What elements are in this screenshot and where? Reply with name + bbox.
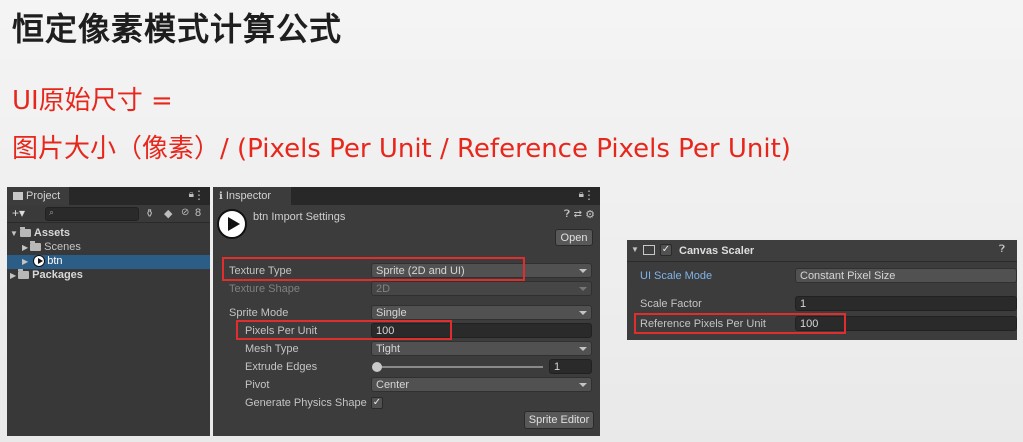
mesh-type-row: Mesh Type Tight bbox=[213, 340, 600, 358]
folder-icon bbox=[18, 269, 30, 280]
sprite-mode-dropdown[interactable]: Single bbox=[371, 305, 592, 320]
tree-item-scenes[interactable]: ▶ Scenes bbox=[7, 241, 210, 255]
texture-shape-dropdown: 2D bbox=[371, 281, 592, 296]
component-icon bbox=[643, 245, 655, 255]
chevron-down-icon bbox=[579, 287, 587, 291]
canvas-scaler-component: ▼ ✓ Canvas Scaler ❓︎ UI Scale Mode Const… bbox=[627, 240, 1017, 340]
checkmark-icon: ✓ bbox=[372, 397, 382, 408]
more-menu-icon[interactable]: ⋮ bbox=[583, 188, 595, 202]
project-toolbar: +▾ ⌕ ⚱ ◆ ⊘ 8 bbox=[7, 205, 210, 223]
texture-shape-value: 2D bbox=[376, 283, 391, 295]
extrude-edges-input[interactable]: 1 bbox=[549, 359, 592, 374]
scale-factor-row: Scale Factor 1 bbox=[627, 295, 1017, 313]
pivot-label: Pivot bbox=[245, 379, 270, 391]
slide-title: 恒定像素模式计算公式 bbox=[12, 10, 343, 48]
help-icon[interactable]: ❓︎ bbox=[999, 244, 1005, 255]
hidden-packages-icon[interactable]: ⊘ bbox=[181, 207, 189, 218]
ui-scale-mode-dropdown[interactable]: Constant Pixel Size bbox=[795, 268, 1017, 283]
folder-tab-icon bbox=[13, 192, 23, 201]
collapse-arrow-icon: ▶ bbox=[10, 271, 17, 280]
collapse-arrow-icon: ▶ bbox=[22, 243, 29, 252]
scale-factor-input[interactable]: 1 bbox=[795, 296, 1017, 311]
add-dropdown-button[interactable]: +▾ bbox=[12, 206, 25, 220]
more-menu-icon[interactable]: ⋮ bbox=[193, 188, 205, 202]
mesh-type-value: Tight bbox=[376, 343, 401, 355]
project-tabbar: Project 🔒︎ ⋮ bbox=[7, 187, 210, 205]
inspector-tabbar: ℹ Inspector 🔒︎ ⋮ bbox=[213, 187, 600, 205]
tab-project-label: Project bbox=[26, 190, 61, 202]
preset-icon[interactable]: ⇄ bbox=[574, 209, 582, 220]
sprite-mode-value: Single bbox=[376, 307, 407, 319]
inspector-panel: ℹ Inspector 🔒︎ ⋮ btn Import Settings ❓︎ ⇄… bbox=[213, 187, 600, 436]
tree-item-label: btn bbox=[47, 255, 63, 267]
tree-item-btn[interactable]: ▶ btn bbox=[7, 255, 210, 269]
tab-project[interactable]: Project bbox=[7, 187, 69, 205]
tab-inspector-label: Inspector bbox=[225, 190, 272, 202]
scale-factor-label: Scale Factor bbox=[640, 298, 702, 310]
sprite-editor-button[interactable]: Sprite Editor bbox=[524, 411, 594, 429]
highlight-texture-type bbox=[222, 257, 525, 281]
pivot-row: Pivot Center bbox=[213, 376, 600, 394]
open-button[interactable]: Open bbox=[555, 229, 593, 246]
search-icon: ⌕ bbox=[49, 207, 55, 217]
project-panel: Project 🔒︎ ⋮ +▾ ⌕ ⚱ ◆ ⊘ 8 ▼ Assets ▶ Scene… bbox=[7, 187, 210, 436]
extrude-edges-slider[interactable] bbox=[372, 362, 543, 372]
filter-by-type-icon[interactable]: ⚱ bbox=[145, 207, 154, 220]
chevron-down-icon bbox=[579, 311, 587, 315]
info-icon: ℹ bbox=[219, 191, 223, 202]
sprite-mode-label: Sprite Mode bbox=[229, 307, 289, 319]
mesh-type-label: Mesh Type bbox=[245, 343, 299, 355]
collapse-arrow-icon: ▶ bbox=[22, 257, 29, 266]
tree-item-label: Scenes bbox=[44, 241, 81, 253]
generate-physics-shape-row: Generate Physics Shape ✓ bbox=[213, 394, 600, 412]
search-input[interactable]: ⌕ bbox=[45, 207, 139, 221]
hidden-packages-count: 8 bbox=[195, 207, 202, 219]
highlight-pixels-per-unit bbox=[236, 320, 452, 340]
canvas-scaler-title: Canvas Scaler bbox=[679, 245, 755, 257]
pivot-dropdown[interactable]: Center bbox=[371, 377, 592, 392]
chevron-down-icon bbox=[579, 383, 587, 387]
enabled-checkbox[interactable]: ✓ bbox=[660, 244, 672, 256]
help-icon[interactable]: ❓︎ bbox=[564, 209, 570, 220]
folder-icon bbox=[19, 227, 31, 238]
foldout-arrow-icon[interactable]: ▼ bbox=[631, 245, 639, 254]
texture-shape-row: Texture Shape 2D bbox=[213, 280, 600, 298]
generate-physics-shape-checkbox[interactable]: ✓ bbox=[371, 397, 383, 409]
tree-item-label: Assets bbox=[33, 227, 70, 239]
tree-item-assets[interactable]: ▼ Assets bbox=[7, 227, 210, 241]
ui-scale-mode-value: Constant Pixel Size bbox=[800, 270, 896, 282]
generate-physics-shape-label: Generate Physics Shape bbox=[245, 397, 367, 409]
tree-item-packages[interactable]: ▶ Packages bbox=[7, 269, 210, 283]
chevron-down-icon bbox=[579, 347, 587, 351]
extrude-edges-value: 1 bbox=[554, 361, 561, 373]
extrude-edges-row: Extrude Edges 1 bbox=[213, 358, 600, 376]
pivot-value: Center bbox=[376, 379, 410, 391]
tab-inspector[interactable]: ℹ Inspector bbox=[213, 187, 291, 205]
asset-preview-icon bbox=[217, 209, 247, 239]
expand-arrow-icon: ▼ bbox=[10, 229, 18, 238]
ui-scale-mode-label: UI Scale Mode bbox=[640, 270, 713, 282]
highlight-reference-ppu bbox=[634, 313, 846, 334]
formula-line-1: UI原始尺寸 = bbox=[12, 86, 173, 116]
folder-icon bbox=[30, 241, 42, 252]
mesh-type-dropdown[interactable]: Tight bbox=[371, 341, 592, 356]
canvas-scaler-header[interactable]: ▼ ✓ Canvas Scaler ❓︎ bbox=[627, 240, 1017, 262]
gear-icon[interactable]: ⚙ bbox=[585, 208, 595, 221]
texture-shape-label: Texture Shape bbox=[229, 283, 300, 295]
asset-title: btn Import Settings bbox=[253, 211, 346, 223]
tree-item-label: Packages bbox=[32, 269, 83, 281]
filter-by-label-icon[interactable]: ◆ bbox=[164, 207, 172, 220]
play-button-sprite-icon bbox=[33, 255, 46, 268]
slider-handle[interactable] bbox=[372, 362, 382, 372]
formula-line-2: 图片大小（像素）/ (Pixels Per Unit / Reference P… bbox=[12, 134, 791, 164]
ui-scale-mode-row: UI Scale Mode Constant Pixel Size bbox=[627, 267, 1017, 285]
scale-factor-value: 1 bbox=[800, 298, 807, 310]
extrude-edges-label: Extrude Edges bbox=[245, 361, 318, 373]
chevron-down-icon bbox=[579, 269, 587, 273]
checkmark-icon: ✓ bbox=[661, 244, 671, 255]
